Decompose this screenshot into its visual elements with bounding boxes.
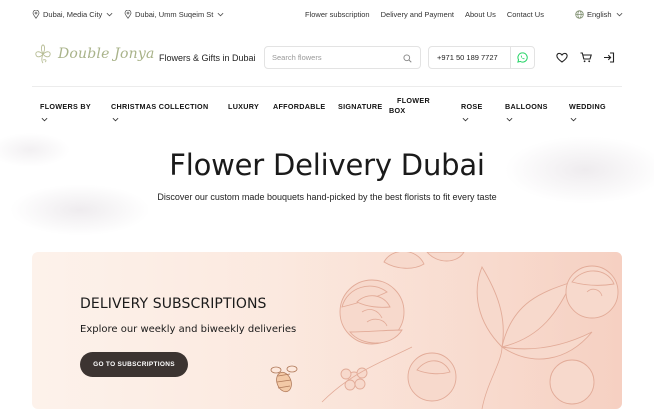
link-delivery-payment[interactable]: Delivery and Payment bbox=[381, 10, 454, 19]
chevron-down-icon bbox=[41, 117, 48, 122]
nav-label: FLOWERS BY bbox=[40, 102, 91, 111]
nav-label: AFFORDABLE bbox=[273, 102, 326, 111]
top-links: Flower subscription Delivery and Payment… bbox=[305, 10, 555, 19]
globe-icon bbox=[575, 10, 584, 19]
nav-item-flower-box[interactable]: FLOWER BOX bbox=[389, 96, 430, 116]
nav-item-luxury[interactable]: LUXURY bbox=[228, 102, 259, 112]
link-flower-subscription[interactable]: Flower subscription bbox=[305, 10, 370, 19]
chevron-down-icon bbox=[616, 12, 623, 17]
nav-label: SIGNATURE bbox=[338, 102, 383, 111]
nav-item-signature[interactable]: SIGNATURE bbox=[338, 102, 383, 112]
nav-label-line1: FLOWER bbox=[397, 96, 430, 105]
whatsapp-icon bbox=[517, 52, 528, 63]
logo[interactable]: Double Jonya bbox=[32, 42, 155, 66]
location-area-selector[interactable]: Dubai, Umm Suqeim St bbox=[124, 10, 224, 19]
nav-item-balloons[interactable]: BALLOONS bbox=[505, 102, 548, 122]
go-to-subscriptions-button[interactable]: GO TO SUBSCRIPTIONS bbox=[80, 352, 188, 377]
search-icon[interactable] bbox=[403, 54, 412, 63]
chevron-down-icon bbox=[570, 117, 577, 122]
link-about-us[interactable]: About Us bbox=[465, 10, 496, 19]
nav-item-affordable[interactable]: AFFORDABLE bbox=[273, 102, 326, 112]
chevron-down-icon bbox=[462, 117, 469, 122]
logo-text: Double Jonya bbox=[58, 46, 155, 62]
search-box bbox=[264, 46, 421, 69]
nav-label: CHRISTMAS COLLECTION bbox=[111, 102, 209, 111]
language-selector[interactable]: English bbox=[575, 10, 623, 19]
location-city-selector[interactable]: Dubai, Media City bbox=[32, 10, 113, 19]
phone-box[interactable]: +971 50 189 7727 bbox=[428, 46, 535, 69]
location-pin-icon bbox=[124, 10, 132, 19]
login-icon[interactable] bbox=[603, 52, 615, 63]
top-bar: Dubai, Media City Dubai, Umm Suqeim St F… bbox=[0, 0, 654, 30]
flower-logo-icon bbox=[35, 44, 51, 64]
header: Double Jonya Flowers & Gifts in Dubai +9… bbox=[0, 38, 654, 80]
header-divider bbox=[32, 86, 622, 87]
chevron-down-icon bbox=[112, 117, 119, 122]
whatsapp-button[interactable] bbox=[510, 47, 534, 68]
nav-label: WEDDING bbox=[569, 102, 606, 111]
nav-item-christmas-collection[interactable]: CHRISTMAS COLLECTION bbox=[111, 102, 208, 122]
cart-icon[interactable] bbox=[580, 52, 592, 63]
banner-title: DELIVERY SUBSCRIPTIONS bbox=[80, 296, 267, 312]
phone-number: +971 50 189 7727 bbox=[437, 53, 498, 62]
chevron-down-icon bbox=[506, 117, 513, 122]
page-title: Flower Delivery Dubai bbox=[169, 148, 485, 182]
language-label: English bbox=[587, 10, 612, 19]
nav-item-rose[interactable]: ROSE bbox=[461, 102, 483, 122]
main-nav: FLOWERS BY CHRISTMAS COLLECTION LUXURY A… bbox=[0, 92, 654, 124]
chevron-down-icon bbox=[217, 12, 224, 17]
nav-label-line2: BOX bbox=[389, 106, 406, 115]
chevron-down-icon bbox=[106, 12, 113, 17]
search-input[interactable] bbox=[272, 53, 402, 62]
nav-label: ROSE bbox=[461, 102, 483, 111]
nav-label: LUXURY bbox=[228, 102, 260, 111]
location-area-label: Dubai, Umm Suqeim St bbox=[135, 10, 214, 19]
nav-item-flowers-by[interactable]: FLOWERS BY bbox=[40, 102, 91, 122]
page-subtitle: Discover our custom made bouquets hand-p… bbox=[157, 192, 497, 202]
nav-label: BALLOONS bbox=[505, 102, 548, 111]
nav-item-wedding[interactable]: WEDDING bbox=[569, 102, 606, 122]
location-city-label: Dubai, Media City bbox=[43, 10, 103, 19]
banner-subtitle: Explore our weekly and biweekly deliveri… bbox=[80, 324, 297, 335]
tagline: Flowers & Gifts in Dubai bbox=[159, 53, 256, 63]
link-contact-us[interactable]: Contact Us bbox=[507, 10, 544, 19]
heart-icon[interactable] bbox=[556, 52, 568, 63]
subscription-banner: DELIVERY SUBSCRIPTIONS Explore our weekl… bbox=[32, 252, 622, 409]
location-pin-icon bbox=[32, 10, 40, 19]
